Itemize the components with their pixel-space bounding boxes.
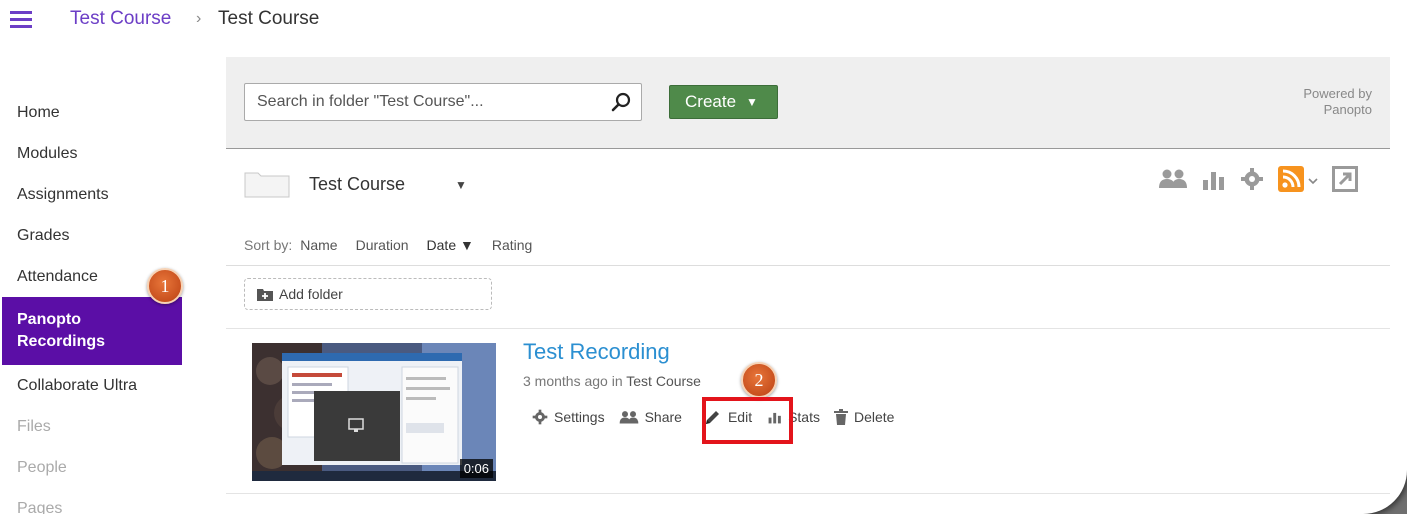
folder-dropdown-icon[interactable]: ▼: [455, 178, 467, 192]
users-icon: [619, 410, 638, 423]
nav-item-label-line2: Recordings: [17, 333, 106, 350]
divider: [226, 493, 1390, 494]
add-folder-button[interactable]: Add folder: [244, 278, 492, 310]
search-input[interactable]: Search in folder "Test Course"...: [244, 83, 642, 121]
nav-item-collaborate-ultra[interactable]: Collaborate Ultra: [0, 365, 190, 406]
nav-item-label-line1: Panopto: [17, 311, 81, 328]
nav-item-grades[interactable]: Grades: [0, 215, 190, 256]
nav-item-panopto-recordings[interactable]: Panopto Recordings: [2, 297, 182, 365]
panopto-panel: Search in folder "Test Course"... Create…: [226, 57, 1390, 514]
powered-by-line1: Powered by: [1303, 86, 1372, 101]
powered-by-line2: Panopto: [1323, 102, 1372, 117]
step-callout-2: 2: [741, 362, 777, 398]
search-icon[interactable]: [610, 91, 632, 113]
page: Test Course › Test Course Home Modules A…: [0, 0, 1407, 514]
create-button[interactable]: Create ▼: [669, 85, 778, 119]
nav-item-modules[interactable]: Modules: [0, 133, 190, 174]
sort-by-label: Sort by:: [244, 237, 293, 253]
trash-icon: [833, 409, 848, 425]
sort-duration[interactable]: Duration: [356, 237, 409, 253]
share-button[interactable]: Share: [619, 409, 682, 425]
breadcrumb-separator: ›: [196, 10, 202, 27]
top-bar: Test Course › Test Course: [0, 0, 1407, 40]
folder-icon: [244, 172, 290, 198]
chevron-down-icon: ▼: [746, 95, 758, 109]
create-button-label: Create: [685, 92, 737, 111]
folder-name[interactable]: Test Course: [309, 174, 405, 195]
add-folder-label: Add folder: [279, 286, 343, 302]
settings-button[interactable]: Settings: [532, 409, 605, 425]
users-icon[interactable]: [1158, 168, 1188, 195]
share-label: Share: [644, 409, 682, 425]
gear-icon: [532, 409, 548, 425]
bar-chart-icon[interactable]: [1202, 168, 1226, 195]
recording-title[interactable]: Test Recording: [523, 339, 670, 365]
step-callout-1: 1: [147, 268, 183, 304]
external-link-icon[interactable]: [1332, 165, 1358, 197]
recording-meta: 3 months ago in Test Course: [523, 373, 701, 389]
recording-thumbnail[interactable]: 0:06: [252, 343, 496, 481]
settings-label: Settings: [554, 409, 605, 425]
nav-item-files[interactable]: Files: [0, 406, 190, 447]
nav-item-home[interactable]: Home: [0, 92, 190, 133]
nav-item-pages[interactable]: Pages: [0, 488, 190, 514]
divider: [226, 265, 1390, 266]
breadcrumb-current: Test Course: [218, 8, 320, 29]
recording-meta-time: 3 months ago in: [523, 373, 623, 389]
delete-button[interactable]: Delete: [833, 409, 895, 425]
delete-label: Delete: [853, 409, 895, 425]
edit-highlight-box: [702, 397, 793, 444]
gear-icon[interactable]: [1240, 167, 1264, 196]
sort-name[interactable]: Name: [300, 237, 337, 253]
folder-tools: [1158, 165, 1372, 197]
sort-date[interactable]: Date ▼: [427, 237, 474, 253]
rss-icon[interactable]: [1278, 165, 1304, 197]
recording-duration: 0:06: [459, 459, 493, 478]
breadcrumb-course-link[interactable]: Test Course: [70, 8, 171, 30]
recording-meta-folder[interactable]: Test Course: [626, 373, 701, 389]
chevron-down-icon[interactable]: [1308, 172, 1318, 190]
sort-rating[interactable]: Rating: [492, 237, 532, 253]
sort-bar: Sort by: Name Duration Date ▼ Rating: [244, 237, 550, 253]
nav-item-people[interactable]: People: [0, 447, 190, 488]
powered-by: Powered by Panopto: [1303, 86, 1372, 118]
add-folder-icon: [257, 288, 273, 301]
divider: [226, 328, 1390, 329]
nav-item-assignments[interactable]: Assignments: [0, 174, 190, 215]
menu-icon[interactable]: [10, 11, 32, 29]
panopto-header: Search in folder "Test Course"... Create…: [226, 57, 1390, 149]
